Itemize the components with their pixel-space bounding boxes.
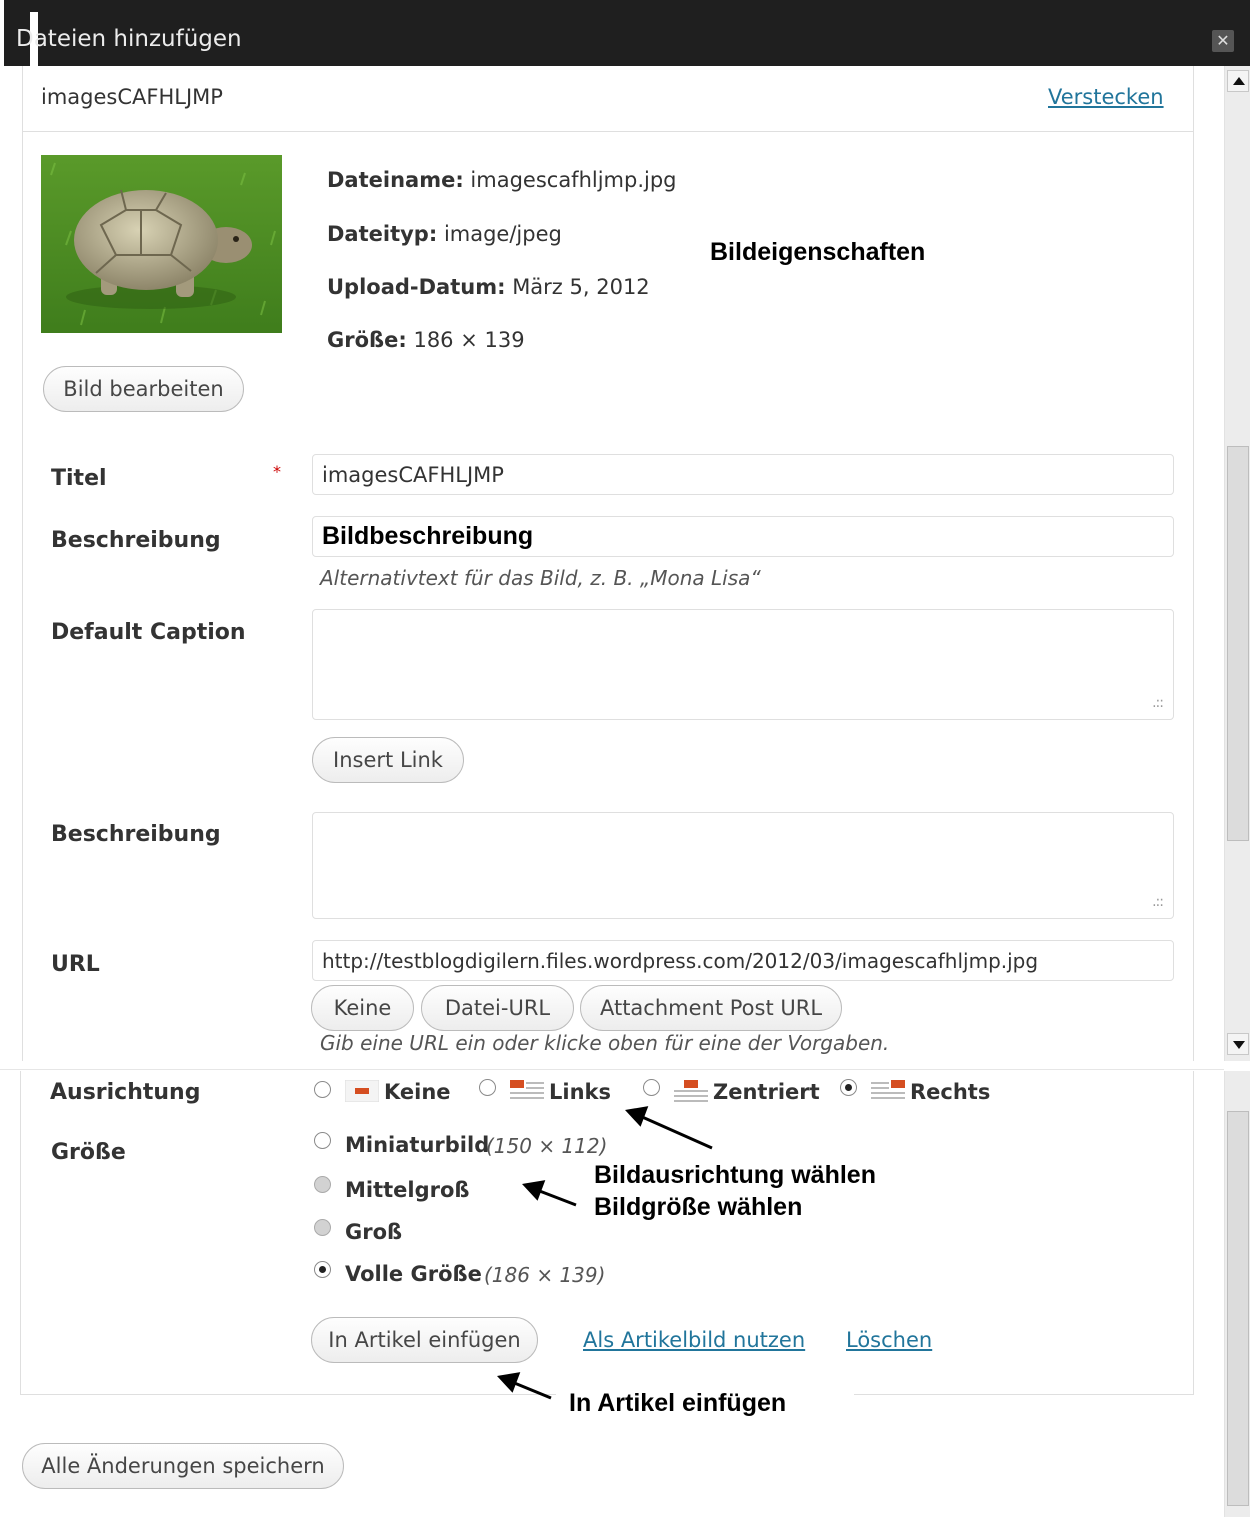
alignment-arrowhead (625, 1106, 649, 1127)
insert-into-post-button[interactable]: In Artikel einfügen (311, 1317, 538, 1363)
annotation-arrows (497, 1106, 713, 1400)
size-arrowhead (522, 1180, 546, 1201)
size-arrow-line (536, 1188, 577, 1207)
annotation-alignment: Bildausrichtung wählen (594, 1161, 876, 1189)
delete-link[interactable]: Löschen (846, 1328, 932, 1352)
save-all-changes-button[interactable]: Alle Änderungen speichern (22, 1443, 344, 1489)
alignment-arrow-line (639, 1114, 713, 1150)
annotation-insert: In Artikel einfügen (569, 1389, 787, 1417)
insert-arrowhead (497, 1372, 521, 1393)
set-featured-image-link[interactable]: Als Artikelbild nutzen (583, 1328, 805, 1352)
insert-arrow-line (511, 1380, 552, 1400)
annotation-size: Bildgröße wählen (594, 1193, 803, 1221)
